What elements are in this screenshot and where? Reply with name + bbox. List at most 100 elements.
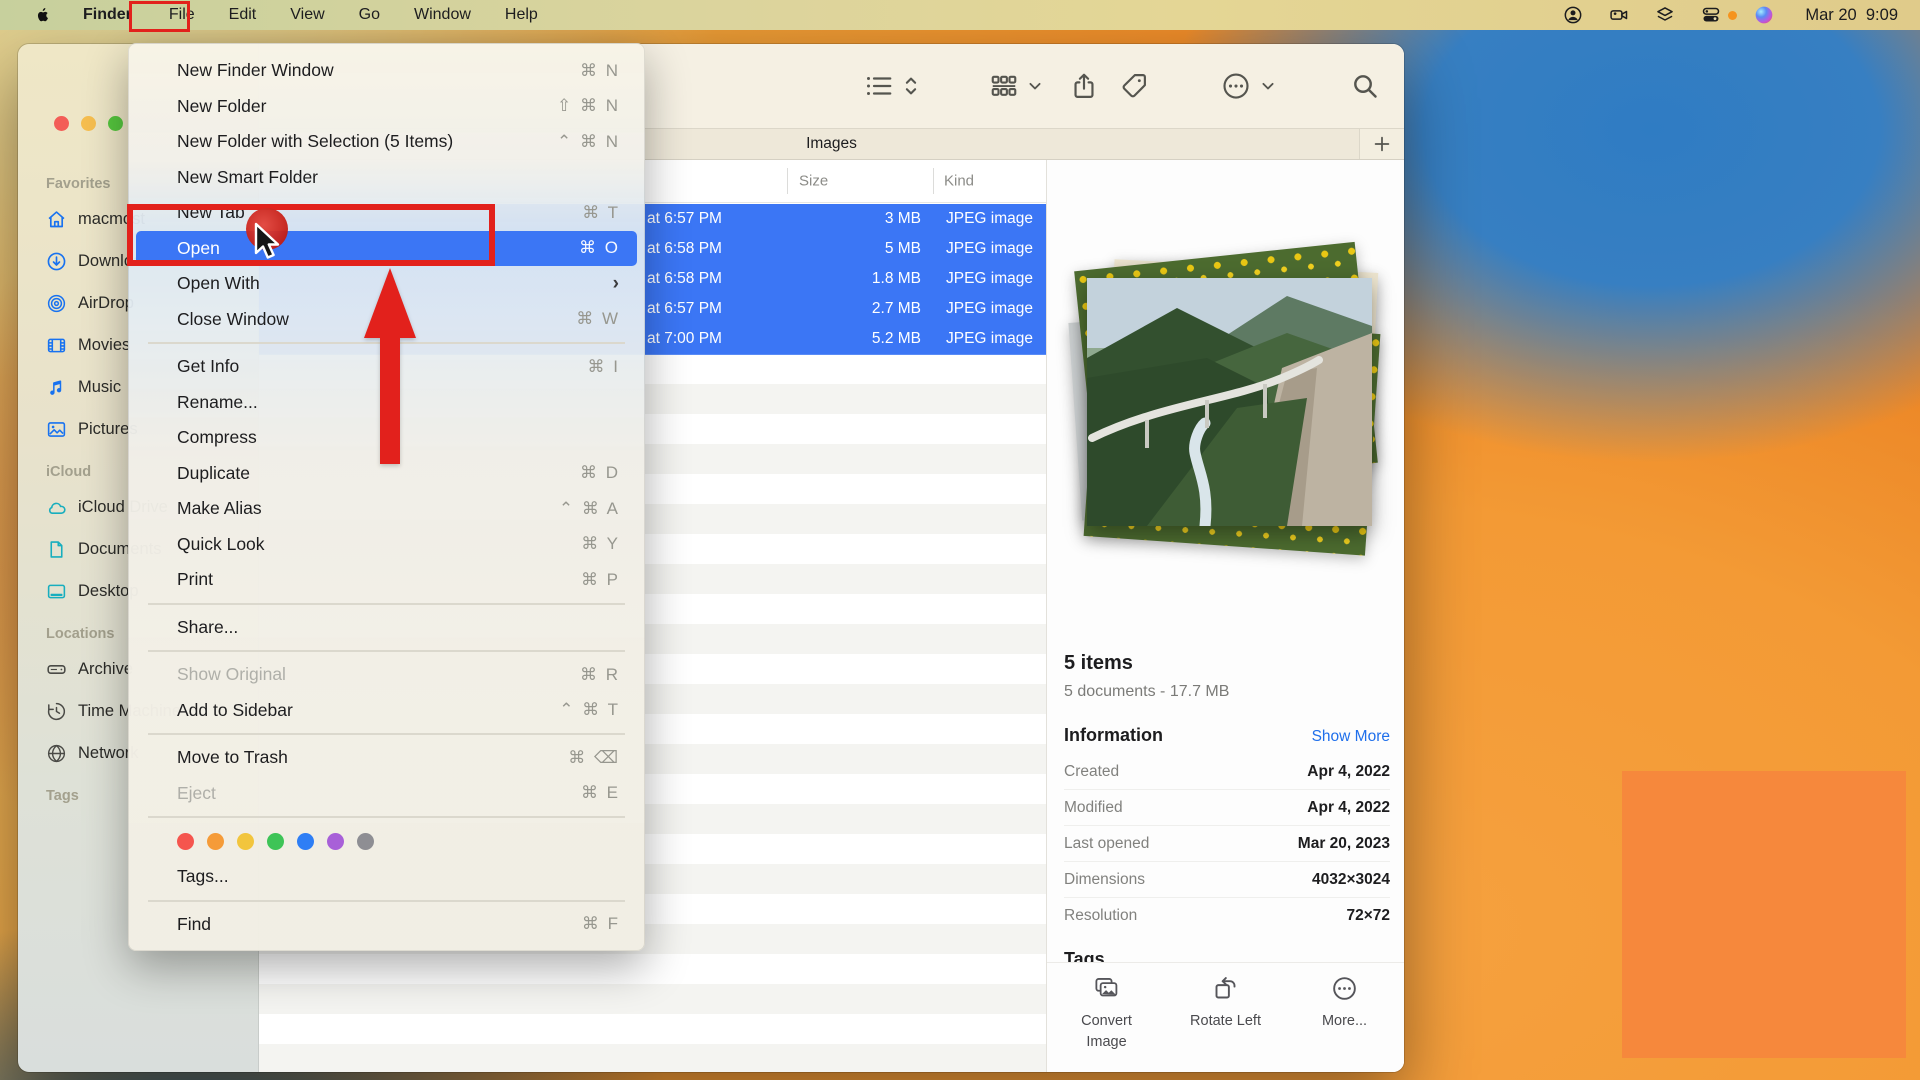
empty-list-stripe xyxy=(259,954,1046,984)
close-window-button[interactable] xyxy=(54,116,69,131)
document-icon xyxy=(46,539,67,560)
menu-item-label: New Folder with Selection (5 Items) xyxy=(177,131,453,152)
info-value: Mar 20, 2023 xyxy=(1298,835,1390,853)
search-icon[interactable] xyxy=(1351,72,1379,100)
file-row-date: at 6:57 PM xyxy=(647,294,722,324)
show-more-link[interactable]: Show More xyxy=(1312,728,1390,746)
menu-item-new-smart-folder[interactable]: New Smart Folder xyxy=(136,160,637,196)
action-more[interactable]: More... xyxy=(1299,975,1391,1032)
tag-color-dot[interactable] xyxy=(177,833,194,850)
menubar-item-finder[interactable]: Finder xyxy=(66,0,152,30)
menu-item-new-folder-with-selection-5-items[interactable]: New Folder with Selection (5 Items)⌃ ⌘ N xyxy=(136,124,637,160)
apple-logo-icon[interactable] xyxy=(34,6,52,24)
tag-color-dot[interactable] xyxy=(297,833,314,850)
control-center-icon[interactable] xyxy=(1701,5,1721,25)
menu-item-label: Print xyxy=(177,569,213,590)
menu-item-move-to-trash[interactable]: Move to Trash⌘ ⌫ xyxy=(136,740,637,776)
photo-stack-thumbnail xyxy=(1075,256,1377,566)
menubar-item-help[interactable]: Help xyxy=(488,0,555,30)
action-label: More... xyxy=(1306,1011,1384,1032)
menubar-item-window[interactable]: Window xyxy=(397,0,488,30)
status-icons xyxy=(1550,5,1787,25)
menu-item-label: Close Window xyxy=(177,309,289,330)
menu-item-label: Quick Look xyxy=(177,534,265,555)
minimize-window-button[interactable] xyxy=(81,116,96,131)
menu-bar-clock[interactable]: Mar 20 9:09 xyxy=(1805,6,1898,25)
menu-item-label: New Finder Window xyxy=(177,60,334,81)
stage-manager-icon[interactable] xyxy=(1655,5,1675,25)
tag-color-dot[interactable] xyxy=(207,833,224,850)
menubar-item-view[interactable]: View xyxy=(273,0,341,30)
sidebar-item-label: Movies xyxy=(78,336,130,355)
menu-item-shortcut: ⌘ T xyxy=(582,203,620,223)
screen-record-icon[interactable] xyxy=(1609,5,1629,25)
menu-item-add-to-sidebar[interactable]: Add to Sidebar⌃ ⌘ T xyxy=(136,693,637,729)
zoom-window-button[interactable] xyxy=(108,116,123,131)
info-label: Created xyxy=(1064,763,1119,781)
new-tab-button[interactable] xyxy=(1359,129,1404,159)
menu-item-new-folder[interactable]: New Folder⇧ ⌘ N xyxy=(136,89,637,125)
sort-chevrons-icon[interactable] xyxy=(900,73,922,99)
menu-item-print[interactable]: Print ⌘ P xyxy=(136,562,637,598)
tag-color-dot[interactable] xyxy=(267,833,284,850)
column-header-size[interactable]: Size xyxy=(799,173,828,190)
harddrive-icon xyxy=(46,659,67,680)
tag-color-dot[interactable] xyxy=(357,833,374,850)
menu-separator xyxy=(148,900,625,902)
menu-item-open-with[interactable]: Open With› xyxy=(136,266,637,302)
column-divider[interactable] xyxy=(933,168,934,194)
menu-item-new-tab[interactable]: New Tab⌘ T xyxy=(136,195,637,231)
list-view-icon[interactable] xyxy=(864,71,894,101)
chevron-down-icon[interactable] xyxy=(1027,78,1044,95)
info-row-created: CreatedApr 4, 2022 xyxy=(1064,754,1390,789)
action-rotate-left[interactable]: Rotate Left xyxy=(1180,975,1272,1032)
menu-item-shortcut: ⌘ N xyxy=(580,61,620,81)
home-icon xyxy=(46,209,67,230)
menu-item-new-finder-window[interactable]: New Finder Window ⌘ N xyxy=(136,53,637,89)
tag-icon[interactable] xyxy=(1120,72,1149,101)
column-divider[interactable] xyxy=(787,168,788,194)
tag-color-dot[interactable] xyxy=(237,833,254,850)
menu-item-open[interactable]: Open⌘ O xyxy=(136,231,637,267)
action-label: Rotate Left xyxy=(1187,1011,1265,1032)
sidebar-item-label: Music xyxy=(78,378,121,397)
menu-item-share[interactable]: Share... xyxy=(136,610,637,646)
menubar-item-go[interactable]: Go xyxy=(342,0,397,30)
column-header-kind[interactable]: Kind xyxy=(944,173,974,190)
menu-item-eject: Eject⌘ E xyxy=(136,776,637,812)
more-circle-icon[interactable] xyxy=(1221,71,1251,101)
file-row-date: at 6:58 PM xyxy=(647,234,722,264)
menu-item-compress[interactable]: Compress xyxy=(136,420,637,456)
action-convert-image[interactable]: Convert Image xyxy=(1061,975,1153,1053)
downloads-icon xyxy=(46,251,67,272)
menu-item-make-alias[interactable]: Make Alias⌃ ⌘ A xyxy=(136,491,637,527)
file-row-size: 5 MB xyxy=(759,234,921,264)
menu-item-get-info[interactable]: Get Info⌘ I xyxy=(136,349,637,385)
preview-pane: 5 items 5 documents - 17.7 MB Informatio… xyxy=(1046,160,1404,1072)
chevron-down-icon[interactable] xyxy=(1260,78,1277,95)
account-icon[interactable] xyxy=(1563,5,1583,25)
menu-item-rename[interactable]: Rename... xyxy=(136,385,637,421)
empty-list-stripe xyxy=(259,1044,1046,1072)
tag-color-dot[interactable] xyxy=(327,833,344,850)
menu-separator xyxy=(148,733,625,735)
share-icon[interactable] xyxy=(1070,72,1099,101)
siri-icon[interactable] xyxy=(1754,5,1774,25)
menu-item-find[interactable]: Find⌘ F xyxy=(136,907,637,943)
quick-actions-bar: Convert Image Rotate Left More... xyxy=(1047,962,1404,1072)
menu-item-quick-look[interactable]: Quick Look⌘ Y xyxy=(136,527,637,563)
menubar-item-edit[interactable]: Edit xyxy=(212,0,274,30)
file-row-date: at 6:57 PM xyxy=(647,204,722,234)
tab-title: Images xyxy=(806,135,857,153)
menu-item-duplicate[interactable]: Duplicate⌘ D xyxy=(136,456,637,492)
menubar-item-file[interactable]: File xyxy=(152,0,212,30)
menu-item-tags[interactable]: Tags... xyxy=(136,859,637,895)
info-value: 4032×3024 xyxy=(1312,871,1390,889)
more-circle-icon xyxy=(1331,975,1358,1002)
group-view-icon[interactable] xyxy=(989,71,1019,101)
window-controls xyxy=(54,116,123,131)
file-row-date: at 6:58 PM xyxy=(647,264,722,294)
menu-item-close-window[interactable]: Close Window⌘ W xyxy=(136,302,637,338)
music-icon xyxy=(46,377,67,398)
menu-item-shortcut: ⌘ P xyxy=(581,570,620,590)
